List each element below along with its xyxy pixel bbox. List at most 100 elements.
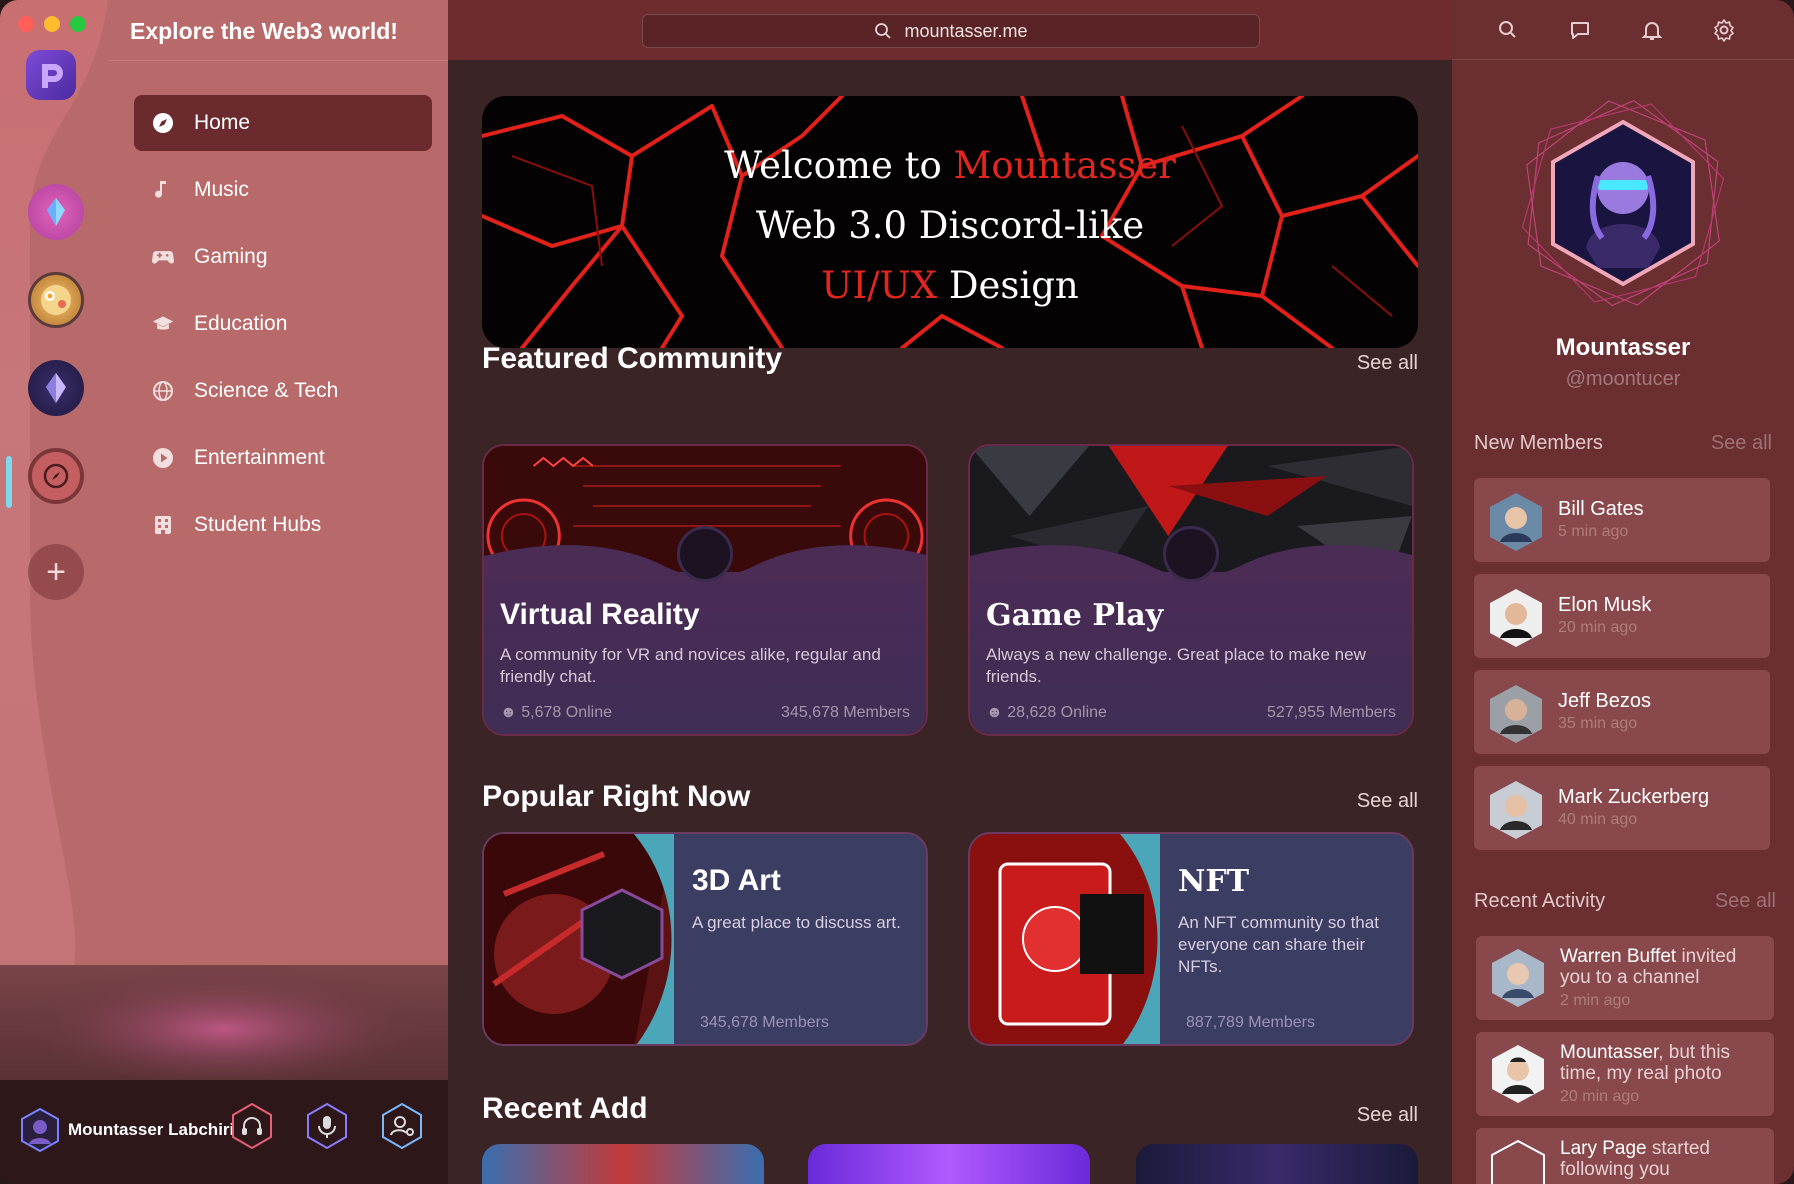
right-toolbar (1452, 0, 1794, 60)
window-minimize-button[interactable] (44, 16, 60, 32)
card-description: A great place to discuss art. (692, 913, 901, 932)
activity-text: Mountasser, but this time, my real photo (1560, 1042, 1731, 1084)
member-time: 5 min ago (1558, 523, 1629, 540)
recent-card[interactable] (808, 1144, 1090, 1184)
add-server-button[interactable]: + (28, 544, 84, 600)
server-crystal[interactable] (28, 184, 84, 240)
url-bar[interactable]: mountasser.me (642, 14, 1260, 48)
user-bar: Mountasser Labchiri (0, 1080, 448, 1184)
headphones-button[interactable] (230, 1102, 274, 1150)
nav-panel: Explore the Web3 world! Home Music Gamin… (108, 0, 448, 965)
community-card[interactable]: Virtual Reality A community for VR and n… (482, 444, 928, 736)
right-panel: Mountasser @moontucer New Members See al… (1452, 0, 1794, 1184)
nav-item-entertainment[interactable]: Entertainment (134, 430, 432, 486)
member-name: Elon Musk (1558, 594, 1652, 616)
see-all-link[interactable]: See all (1715, 890, 1776, 913)
search-icon[interactable] (1496, 18, 1520, 42)
nav-item-label: Education (194, 312, 288, 335)
see-all-link[interactable]: See all (1357, 1104, 1418, 1127)
compass-icon (152, 112, 174, 134)
microphone-button[interactable] (305, 1102, 349, 1150)
nav-item-music[interactable]: Music (134, 162, 432, 218)
search-icon (875, 23, 892, 39)
nav-item-education[interactable]: Education (134, 296, 432, 352)
users-icon: ☻ (500, 704, 522, 721)
see-all-link[interactable]: See all (1357, 352, 1418, 375)
profile-avatar[interactable] (1518, 98, 1728, 308)
section-title: Popular Right Now (482, 780, 751, 813)
community-card[interactable]: Game Play Always a new challenge. Great … (968, 444, 1414, 736)
hero-text: Welcome to (724, 144, 954, 187)
profile-handle: @moontucer (1565, 368, 1681, 390)
globe-icon (152, 380, 174, 402)
activity-text: Warren Buffet invited you to a channel (1560, 946, 1737, 988)
see-all-link[interactable]: See all (1357, 790, 1418, 813)
card-stats: ☻ 5,678 Online 345,678 Members (500, 704, 910, 722)
avatar[interactable] (20, 1108, 60, 1152)
activity-item[interactable]: Lary Page started following you (1476, 1128, 1774, 1184)
activity-item[interactable]: Warren Buffet invited you to a channel 2… (1476, 936, 1774, 1020)
user-settings-button[interactable] (380, 1102, 424, 1150)
section-title: Recent Activity (1474, 890, 1606, 912)
see-all-link[interactable]: See all (1711, 432, 1772, 455)
window-close-button[interactable] (18, 16, 34, 32)
avatar (1490, 589, 1542, 647)
activity-time: 2 min ago (1560, 992, 1631, 1009)
hero-text-accent: UI/UX (821, 264, 938, 307)
server-rail: + (0, 0, 108, 965)
nav-item-gaming[interactable]: Gaming (134, 229, 432, 285)
play-circle-icon (152, 447, 174, 469)
member-count: 345,678 Members (700, 1014, 829, 1031)
server-ramen[interactable] (28, 272, 84, 328)
main-content: Welcome to Mountasser Web 3.0 Discord-li… (448, 60, 1452, 1184)
member-name: Mark Zuckerberg (1558, 786, 1710, 808)
voice-visualizer-panel (0, 965, 448, 1080)
member-item[interactable]: Mark Zuckerberg 40 min ago (1474, 766, 1770, 850)
hero-headline: Welcome to Mountasser Web 3.0 Discord-li… (482, 136, 1418, 316)
member-time: 40 min ago (1558, 811, 1638, 828)
card-title: Game Play (986, 598, 1164, 633)
nav-item-student-hubs[interactable]: Student Hubs (134, 497, 432, 553)
member-item[interactable]: Jeff Bezos 35 min ago (1474, 670, 1770, 754)
nav-item-science-tech[interactable]: Science & Tech (134, 363, 432, 419)
card-stats: ☻ 28,628 Online 527,955 Members (986, 704, 1396, 722)
hero-text: Web 3.0 Discord-like (755, 204, 1145, 247)
gear-icon[interactable] (1712, 18, 1736, 42)
recent-card[interactable] (482, 1144, 764, 1184)
hero-banner[interactable]: Welcome to Mountasser Web 3.0 Discord-li… (482, 96, 1418, 348)
nav-item-label: Student Hubs (194, 513, 322, 536)
vr-headset-icon (677, 526, 733, 582)
nav-item-label: Science & Tech (194, 379, 339, 402)
section-title: Recent Add (482, 1092, 648, 1125)
server-explore[interactable] (28, 448, 84, 504)
nav-item-home[interactable]: Home (134, 95, 432, 151)
activity-item[interactable]: Mountasser, but this time, my real photo… (1476, 1032, 1774, 1116)
popular-card[interactable]: 3D Art A great place to discuss art. 345… (482, 832, 928, 1046)
window-maximize-button[interactable] (70, 16, 86, 32)
section-title: Featured Community (482, 342, 783, 375)
graduation-cap-icon (152, 313, 174, 335)
online-count: ☻ 28,628 Online (986, 704, 1107, 721)
member-count: 887,789 Members (1186, 1014, 1315, 1031)
activity-text: Lary Page started following you (1560, 1138, 1710, 1180)
recent-card[interactable] (1136, 1144, 1418, 1184)
member-time: 35 min ago (1558, 715, 1638, 732)
member-name: Bill Gates (1558, 498, 1644, 520)
avatar (1490, 781, 1542, 839)
top-bar: mountasser.me (448, 0, 1452, 60)
bell-icon[interactable] (1640, 18, 1664, 42)
card-description: A community for VR and novices alike, re… (500, 645, 881, 686)
chat-icon[interactable] (1568, 18, 1592, 42)
avatar (1490, 493, 1542, 551)
popular-card[interactable]: NFT An NFT community so that everyone ca… (968, 832, 1414, 1046)
app-logo[interactable] (26, 50, 76, 100)
gamepad-icon (152, 246, 174, 268)
server-gem[interactable] (28, 360, 84, 416)
member-item[interactable]: Bill Gates 5 min ago (1474, 478, 1770, 562)
nav-item-label: Music (194, 178, 249, 201)
car-icon (1163, 526, 1219, 582)
active-server-indicator (6, 456, 12, 508)
avatar (1491, 1140, 1545, 1184)
card-cover-image (970, 834, 1160, 1044)
member-item[interactable]: Elon Musk 20 min ago (1474, 574, 1770, 658)
